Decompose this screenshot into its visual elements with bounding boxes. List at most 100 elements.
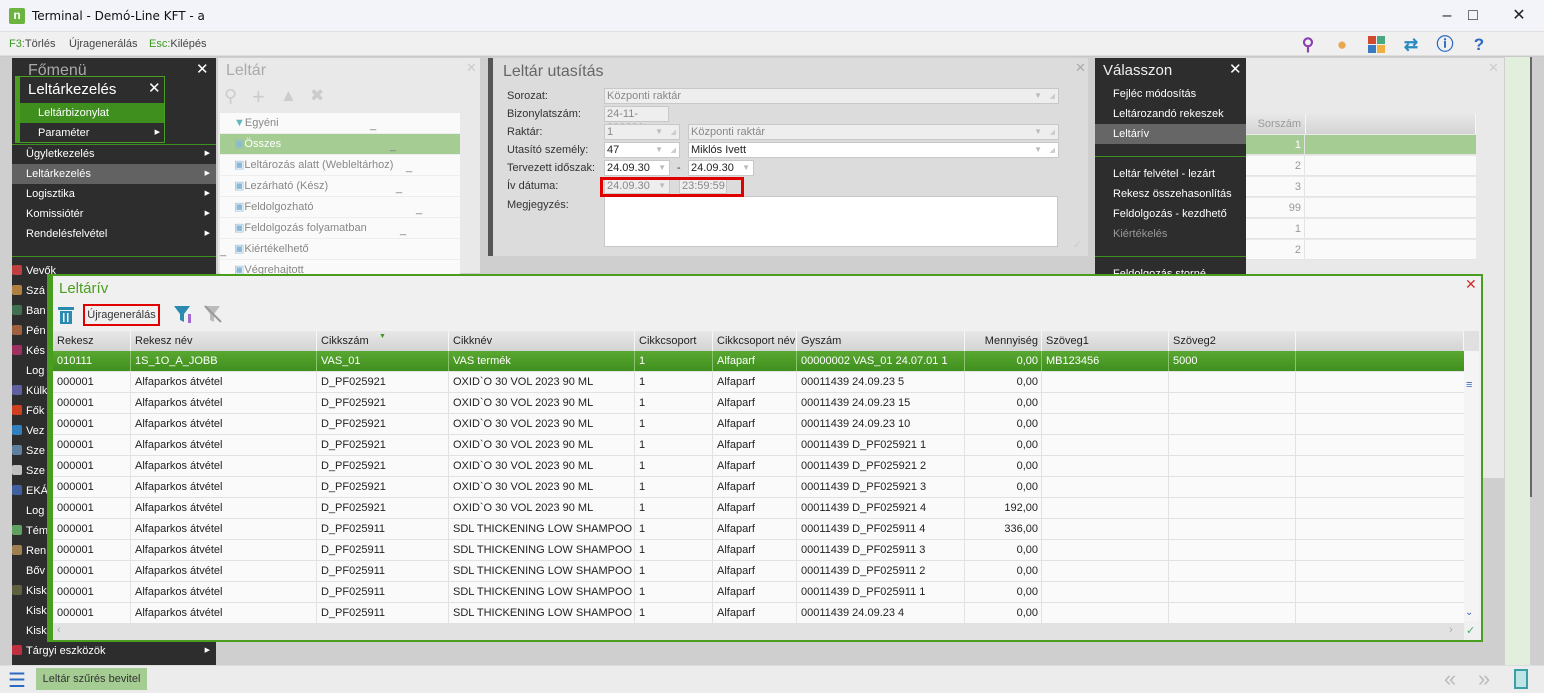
vertical-scrollbar[interactable]: ≡ ⌄ [1464,351,1479,621]
table-row[interactable]: 1 [1246,135,1476,155]
close-window-button[interactable]: ✕ [1496,4,1542,28]
scroll-left-icon[interactable]: ‹ [57,624,61,636]
table-row[interactable]: 99 [1246,198,1476,218]
table-row[interactable]: 000001 Alfaparkos átvétel D_PF025921 OXID`O… [53,435,1464,456]
choose-menu-item[interactable]: Leltározandó rekeszek [1095,104,1246,124]
toolbar-exit[interactable]: Esc:Kilépés [149,38,206,50]
column-header[interactable]: Rekesz név [131,331,317,351]
column-header[interactable]: Gyszám [797,331,965,351]
close-icon[interactable]: ✕ [196,60,209,78]
info-icon[interactable]: ⓘ [1429,34,1461,56]
swap-icon[interactable]: ⇄ [1395,34,1427,56]
close-icon[interactable]: ✕ [466,60,477,76]
table-row[interactable]: 000001 Alfaparkos átvétel D_PF025911 SDL TH… [53,603,1464,624]
utasito-name-select[interactable]: Miklós Ivett ▼ ◢ [688,142,1059,158]
unpin-icon[interactable]: ✖ [310,86,324,106]
table-row[interactable]: 1 [1246,219,1476,239]
next-icon[interactable]: » [1478,666,1490,692]
megjegyzes-textarea[interactable] [604,196,1058,247]
filter-item[interactable]: ▼Egyéni _ [220,113,460,134]
table-row[interactable]: 000001 Alfaparkos átvétel D_PF025921 OXID`O… [53,372,1464,393]
check-icon[interactable]: ✓ [1466,624,1475,637]
filter-item[interactable]: ▣Feldolgozható _ [220,197,460,218]
filter-item[interactable]: ▣Leltározás alatt (Webleltárhoz) _ [220,155,460,176]
leltar-filter-button[interactable]: Leltár szűrés bevitel [36,668,147,690]
tree-icon[interactable]: ▲ [280,86,297,106]
search-icon[interactable]: ⚲ [1292,34,1324,56]
toolbar-delete[interactable]: F3:Törlés [9,38,55,50]
check-icon[interactable]: ✓ [1073,238,1082,251]
close-icon[interactable]: ✕ [1229,60,1242,78]
search-icon[interactable]: ⚲ [224,86,237,107]
sort-desc-icon[interactable]: ▼ [379,333,386,340]
regenerate-button[interactable]: Újragenerálás [83,304,160,326]
table-row[interactable]: 2 [1246,156,1476,176]
horizontal-scrollbar[interactable]: ‹ › [53,624,1464,640]
close-icon[interactable]: ✕ [148,79,161,97]
table-row[interactable]: 000001 Alfaparkos átvétel D_PF025921 OXID`O… [53,393,1464,414]
sidebar-item[interactable]: Rendelésfelvétel ▶ [12,224,216,244]
choose-menu-item[interactable]: Rekesz összehasonlítás [1095,184,1246,204]
table-row[interactable]: 000001 Alfaparkos átvétel D_PF025921 OXID`O… [53,414,1464,435]
filter-item[interactable]: ▣Lezárható (Kész) _ [220,176,460,197]
submenu-item-leltarbizonylat[interactable]: Leltárbizonylat [20,103,164,123]
user-icon[interactable]: ● [1326,34,1358,56]
raktar-code-select[interactable]: 1 ▼ ◢ [604,124,680,140]
utasito-code-select[interactable]: 47 ▼ ◢ [604,142,680,158]
sidebar-item[interactable]: Logisztika ▶ [12,184,216,204]
choose-menu-item[interactable]: Fejléc módosítás [1095,84,1246,104]
column-header[interactable]: Cikknév [449,331,635,351]
choose-menu-item[interactable]: Leltárív [1095,124,1246,144]
sidebar-item[interactable]: Leltárkezelés ▶ [12,164,216,184]
filter-item[interactable]: ▣Feldolgozás folyamatban _ [220,218,460,239]
filter-item[interactable]: ▣Összes _ [220,134,460,155]
submenu-item-parameter[interactable]: Paraméter ▶ [20,123,164,143]
table-row[interactable]: 000001 Alfaparkos átvétel D_PF025921 OXID`O… [53,477,1464,498]
document-icon[interactable] [1514,669,1528,689]
column-header[interactable]: Cikkcsoport [635,331,713,351]
table-row[interactable]: 000001 Alfaparkos átvétel D_PF025921 OXID`O… [53,456,1464,477]
column-header[interactable]: Szöveg1 [1042,331,1169,351]
toolbar-regenerate[interactable]: Újragenerálás [69,38,137,50]
previous-icon[interactable]: « [1444,666,1456,692]
bizonylatszam-field[interactable]: 24-11-000001 [604,106,669,134]
choose-menu-item[interactable]: Leltár felvétel - lezárt [1095,164,1246,184]
sorozat-select[interactable]: Központi raktár ▼ ◢ [604,88,1059,104]
scroll-right-icon[interactable]: › [1449,624,1453,636]
sidebar-item[interactable]: Ügyletkezelés ▶ [12,144,216,164]
hamburger-menu-icon[interactable]: ☰ [8,668,26,693]
column-header[interactable]: Szöveg2 [1169,331,1296,351]
scroll-thumb-icon[interactable]: ≡ [1466,379,1472,391]
add-icon[interactable]: + [252,84,265,110]
tervezett-from-date[interactable]: 24.09.30 ▼ [604,160,670,176]
table-row[interactable]: 3 [1246,177,1476,197]
table-row[interactable]: 2 [1246,240,1476,260]
column-header[interactable]: Mennyiség [965,331,1042,351]
table-row[interactable]: 000001 Alfaparkos átvétel D_PF025921 OXID`O… [53,498,1464,519]
table-row[interactable]: 000001 Alfaparkos átvétel D_PF025911 SDL TH… [53,582,1464,603]
trash-icon[interactable] [57,305,75,328]
table-row[interactable]: 000001 Alfaparkos átvétel D_PF025911 SDL TH… [53,540,1464,561]
close-icon[interactable]: ✕ [1488,60,1499,76]
sidebar-item[interactable]: Tárgyi eszközök ▶ [12,641,216,661]
column-header[interactable]: Cikkcsoport név [713,331,797,351]
filter-icon[interactable] [173,304,193,327]
tiles-icon[interactable] [1361,34,1393,56]
table-row[interactable]: 000001 Alfaparkos átvétel D_PF025911 SDL TH… [53,561,1464,582]
filter-item[interactable]: ▣Kiértékelhető _ [220,239,460,260]
scroll-down-icon[interactable]: ⌄ [1465,607,1473,618]
choose-menu-item[interactable]: Feldolgozás - kezdhető [1095,204,1246,224]
choose-menu-item[interactable]: Kiértékelés [1095,224,1246,244]
raktar-name-select[interactable]: Központi raktár ▼ ◢ [688,124,1059,140]
sidebar-item[interactable]: Komissiótér ▶ [12,204,216,224]
column-header-sorszam[interactable]: Sorszám [1246,114,1306,134]
help-icon[interactable]: ? [1463,34,1495,56]
table-row[interactable]: 000001 Alfaparkos átvétel D_PF025911 SDL TH… [53,519,1464,540]
close-icon[interactable]: ✕ [1465,276,1477,293]
column-header[interactable]: Rekesz [53,331,131,351]
close-icon[interactable]: ✕ [1075,60,1086,76]
maximize-button[interactable]: □ [1450,4,1496,28]
table-row[interactable]: 010111 1S_1O_A_JOBB VAS_01 VAS termék 1 Alfap… [53,351,1464,372]
clear-filter-icon[interactable] [203,304,223,327]
tervezett-to-date[interactable]: 24.09.30 ▼ [688,160,754,176]
